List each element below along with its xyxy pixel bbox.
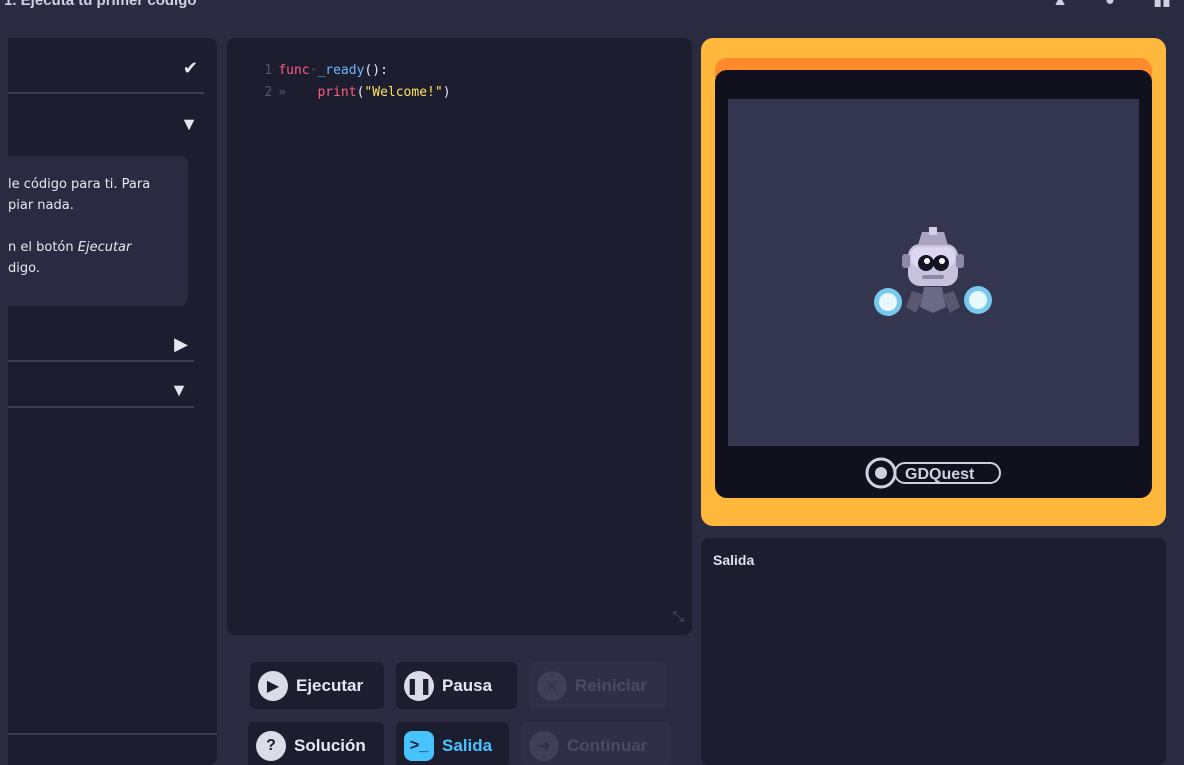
chevron-right-icon: ▶	[174, 334, 188, 354]
terminal-icon: >_	[404, 730, 434, 761]
game-preview: GDQuest	[701, 38, 1166, 526]
divider	[8, 733, 217, 735]
run-emphasis: Ejecutar	[77, 240, 132, 255]
top-bar: 1. Ejecuta tu primer código ▲ ● ▮▮	[0, 0, 1184, 22]
pause-label: Pausa	[442, 675, 493, 695]
arrow-right-icon: ➜	[529, 730, 559, 761]
output-label: Salida	[442, 735, 493, 755]
logo-text: GDQuest	[905, 466, 975, 483]
code-line-1[interactable]: 1 func·_ready():	[233, 44, 388, 78]
restart-label: Reiniciar	[575, 675, 647, 695]
checks-header[interactable]: ▼	[8, 368, 194, 408]
output-title: Salida	[713, 552, 755, 568]
code-line-2[interactable]: 2» print("Welcome!")	[233, 66, 450, 100]
output-panel: Salida	[701, 538, 1166, 765]
pause-icon: ❚❚	[404, 670, 434, 701]
preview-frame: GDQuest	[715, 70, 1152, 498]
play-icon: ▶	[258, 670, 288, 701]
robot-sprite	[874, 227, 992, 316]
game-viewport	[728, 99, 1139, 446]
goal-row[interactable]: ✔	[8, 46, 204, 94]
question-icon: ?	[256, 730, 286, 761]
instructions-line-2: piar nada.	[8, 198, 74, 213]
run-button[interactable]: ▶ Ejecutar	[250, 662, 384, 709]
code-editor[interactable]: 1 func·_ready(): 2» print("Welcome!") ⤡	[227, 38, 692, 635]
menu-icon[interactable]: ▮▮	[1152, 0, 1172, 9]
run-label: Ejecutar	[296, 675, 364, 695]
gdquest-logo: GDQuest	[865, 457, 1005, 489]
solution-label: Solución	[294, 735, 366, 755]
lesson-title: 1. Ejecuta tu primer código	[4, 0, 197, 9]
instructions-line-4: digo.	[8, 261, 40, 276]
chevron-down-icon: ▼	[180, 114, 198, 134]
settings-icon[interactable]: ●	[1100, 0, 1120, 9]
output-button[interactable]: >_ Salida	[396, 722, 509, 765]
continue-label: Continuar	[567, 735, 648, 755]
continue-button[interactable]: ➜ Continuar	[521, 722, 671, 765]
expand-icon[interactable]: ⤡	[673, 609, 684, 625]
chevron-down-icon: ▼	[170, 380, 188, 400]
instructions-header[interactable]: ▼	[8, 104, 204, 146]
instructions-panel: ✔ ▼ le código para ti. Para piar nada. n…	[8, 38, 217, 765]
restart-button[interactable]: ✕ Reiniciar	[529, 662, 667, 709]
solution-button[interactable]: ? Solución	[248, 722, 384, 765]
checkmark-icon: ✔	[182, 58, 198, 78]
instructions-card: le código para ti. Para piar nada. n el …	[8, 156, 188, 306]
pause-button[interactable]: ❚❚ Pausa	[396, 662, 517, 709]
instructions-line-1: le código para ti. Para	[8, 177, 151, 192]
instructions-line-3: n el botón Ejecutar	[8, 240, 132, 255]
close-icon: ✕	[537, 670, 567, 701]
hints-header[interactable]: ▶	[8, 324, 194, 362]
bug-icon[interactable]: ▲	[1050, 0, 1070, 9]
